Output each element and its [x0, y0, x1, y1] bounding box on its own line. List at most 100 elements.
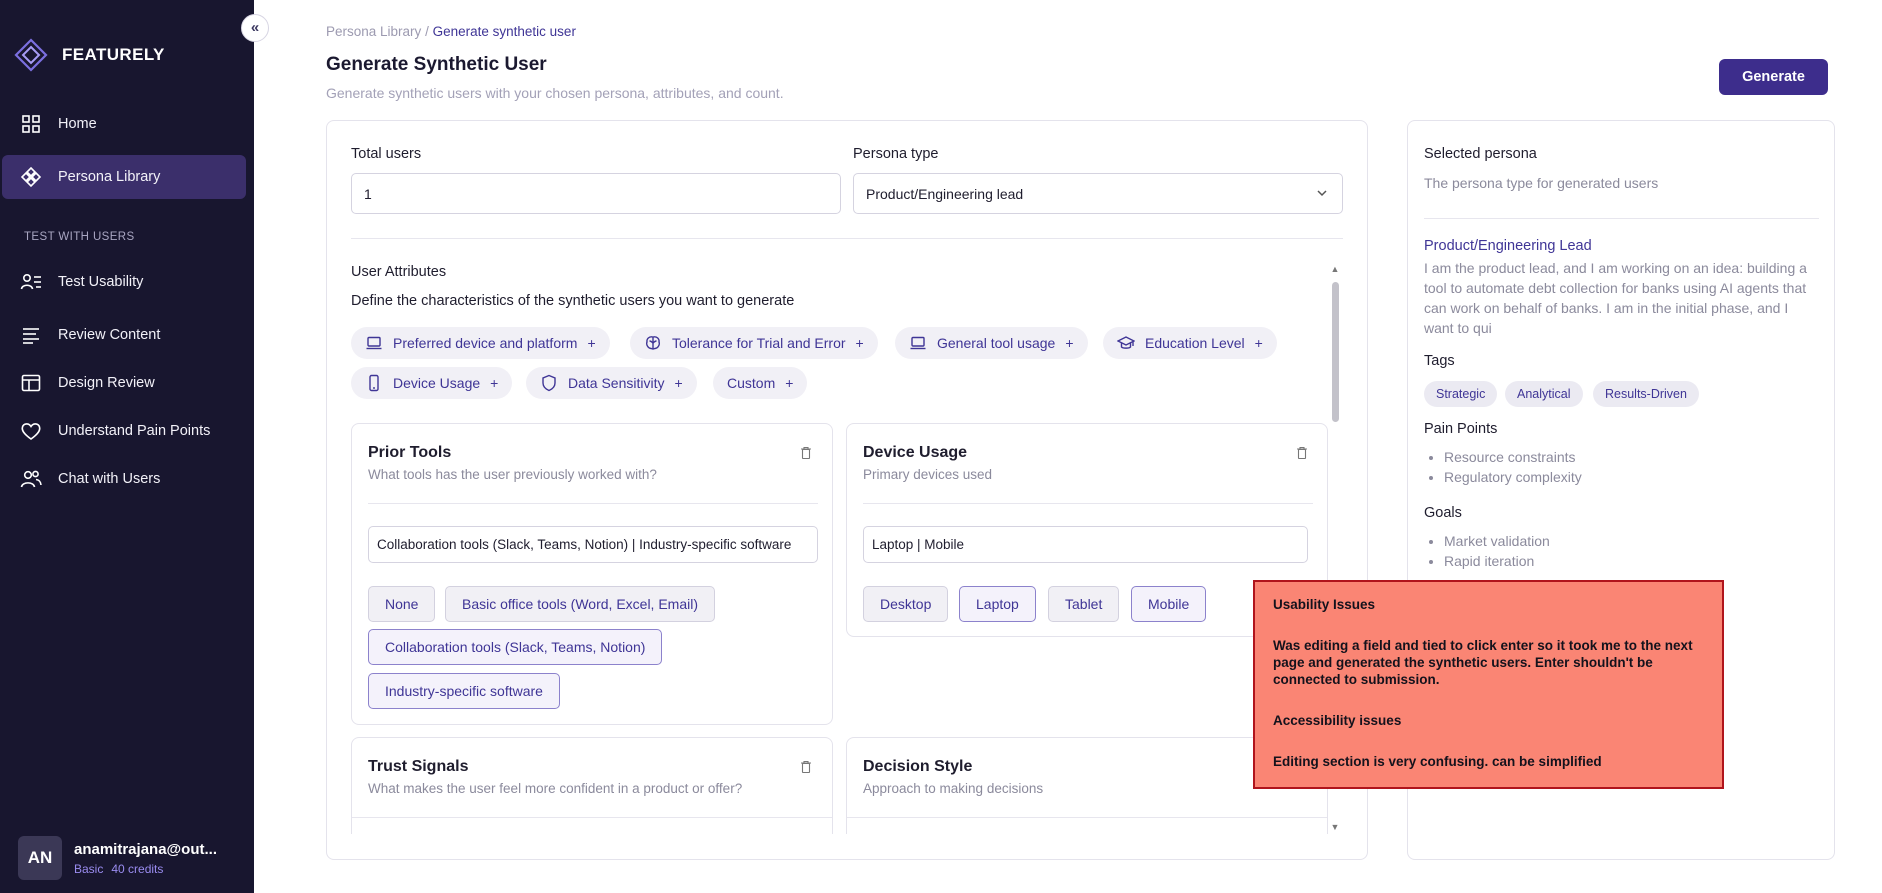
scroll-up-arrow[interactable]: ▲ [1330, 264, 1340, 274]
attribute-chip-preferred-device[interactable]: Preferred device and platform + [351, 327, 610, 359]
sidebar-item-label: Home [58, 116, 97, 132]
selected-persona-subtitle: The persona type for generated users [1424, 175, 1659, 191]
breadcrumb-current: Generate synthetic user [432, 24, 576, 39]
brand[interactable]: FEATURELY [14, 38, 165, 72]
tag-results-driven: Results-Driven [1593, 381, 1699, 407]
brain-icon [646, 336, 660, 350]
persona-type-value: Product/Engineering lead [866, 185, 1024, 202]
users-icon [20, 470, 42, 488]
user-account[interactable]: AN anamitrajana@out... Basic 40 credits [18, 836, 217, 880]
sidebar-item-review-content[interactable]: Review Content [2, 313, 246, 357]
user-plan: Basic 40 credits [74, 862, 217, 876]
chip-label: Education Level [1145, 335, 1245, 351]
option-desktop[interactable]: Desktop [863, 586, 949, 622]
tag-strategic: Strategic [1424, 381, 1498, 407]
option-laptop[interactable]: Laptop [959, 586, 1036, 622]
sidebar-item-understand-pain-points[interactable]: Understand Pain Points [2, 409, 246, 453]
sidebar-item-label: Review Content [58, 327, 161, 343]
chip-label: General tool usage [937, 335, 1056, 351]
option-industry-specific-software[interactable]: Industry-specific software [368, 673, 560, 709]
list-item: Regulatory complexity [1444, 467, 1582, 487]
graduation-cap-icon [1117, 336, 1135, 349]
sidebar-item-label: Chat with Users [58, 471, 161, 487]
pain-points-heading: Pain Points [1424, 421, 1498, 437]
collapse-sidebar-button[interactable]: « [241, 14, 269, 42]
note-text-usability: Was editing a field and tied to click en… [1273, 638, 1693, 687]
sidebar-item-home[interactable]: Home [2, 102, 246, 146]
scrollbar-thumb[interactable] [1332, 282, 1339, 422]
card-subtitle: Primary devices used [863, 467, 993, 482]
sidebar: FEATURELY Home Persona Library TEST WITH… [0, 0, 254, 893]
breadcrumb: Persona Library / Generate synthetic use… [326, 24, 576, 39]
chip-label: Device Usage [393, 375, 481, 391]
generate-button[interactable]: Generate [1719, 59, 1828, 95]
attribute-chip-data-sensitivity[interactable]: Data Sensitivity + [526, 367, 697, 399]
lines-icon [23, 328, 39, 344]
chip-label: Tolerance for Trial and Error [672, 335, 846, 351]
card-divider [863, 503, 1313, 504]
total-users-label: Total users [351, 146, 422, 162]
attribute-chip-custom[interactable]: Custom + [713, 367, 808, 399]
option-mobile[interactable]: Mobile [1131, 586, 1207, 622]
card-title: Prior Tools [368, 444, 452, 461]
page-subtitle: Generate synthetic users with your chose… [326, 85, 784, 101]
attribute-chip-general-tool-usage[interactable]: General tool usage + [895, 327, 1088, 359]
sidebar-item-test-usability[interactable]: Test Usability [2, 260, 246, 304]
option-tablet[interactable]: Tablet [1048, 586, 1120, 622]
card-divider [368, 503, 818, 504]
plan-name: Basic [74, 861, 104, 876]
sidebar-item-label: Understand Pain Points [58, 423, 211, 439]
grid-icon [22, 115, 40, 133]
plus-icon: + [1254, 335, 1263, 351]
plus-icon: + [674, 375, 683, 391]
layout-icon [21, 374, 41, 392]
user-list-icon [20, 273, 41, 290]
goals-list: Market validation Rapid iteration [1444, 531, 1550, 571]
attribute-chip-education-level[interactable]: Education Level + [1103, 327, 1277, 359]
persona-description: I am the product lead, and I am working … [1424, 260, 1807, 336]
attribute-chip-device-usage[interactable]: Device Usage + [351, 367, 513, 399]
option-collaboration-tools[interactable]: Collaboration tools (Slack, Teams, Notio… [368, 629, 663, 665]
scroll-down-arrow[interactable]: ▼ [1330, 822, 1340, 832]
usability-annotation-note: Usability Issues Was editing a field and… [1253, 580, 1724, 789]
option-basic-office-tools[interactable]: Basic office tools (Word, Excel, Email) [445, 586, 716, 622]
device-usage-input[interactable]: Laptop | Mobile [863, 526, 1308, 563]
attribute-chip-tolerance-trial-error[interactable]: Tolerance for Trial and Error + [630, 327, 878, 359]
featurely-logo-icon [14, 38, 48, 72]
trust-signals-card: Trust Signals What makes the user feel m… [351, 737, 833, 834]
pain-points-list: Resource constraints Regulatory complexi… [1444, 447, 1582, 487]
breadcrumb-parent[interactable]: Persona Library [326, 24, 421, 39]
trash-icon[interactable] [1296, 446, 1308, 460]
laptop-icon [366, 336, 382, 350]
list-item: Rapid iteration [1444, 551, 1550, 571]
plus-icon: + [587, 335, 596, 351]
sidebar-item-chat-with-users[interactable]: Chat with Users [2, 457, 246, 501]
prior-tools-input[interactable]: Collaboration tools (Slack, Teams, Notio… [368, 526, 818, 563]
shield-icon [542, 374, 556, 392]
user-attributes-subtitle: Define the characteristics of the synthe… [351, 293, 795, 309]
option-none[interactable]: None [368, 586, 436, 622]
sidebar-item-design-review[interactable]: Design Review [2, 361, 246, 405]
card-title: Decision Style [863, 758, 973, 775]
card-title: Device Usage [863, 444, 968, 461]
trash-icon[interactable] [800, 446, 812, 460]
credits-count: 40 credits [111, 861, 164, 876]
card-divider [847, 817, 1327, 818]
trash-icon[interactable] [800, 760, 812, 774]
total-users-input[interactable]: 1 [351, 173, 841, 214]
goals-heading: Goals [1424, 505, 1462, 521]
persona-type-select[interactable]: Product/Engineering lead [853, 173, 1343, 214]
plus-icon: + [490, 375, 499, 391]
persona-name: Product/Engineering Lead [1424, 238, 1592, 254]
chip-label: Custom [727, 375, 776, 391]
page-title: Generate Synthetic User [326, 54, 547, 75]
selected-persona-heading: Selected persona [1424, 146, 1537, 162]
sidebar-item-persona-library[interactable]: Persona Library [2, 155, 246, 199]
plus-icon: + [1065, 335, 1074, 351]
card-title: Trust Signals [368, 758, 469, 775]
plus-icon: + [855, 335, 864, 351]
note-text-accessibility: Editing section is very confusing. can b… [1273, 754, 1602, 769]
chip-label: Data Sensitivity [568, 375, 665, 391]
heart-icon [21, 423, 41, 440]
diamond-nodes-icon [20, 166, 42, 188]
